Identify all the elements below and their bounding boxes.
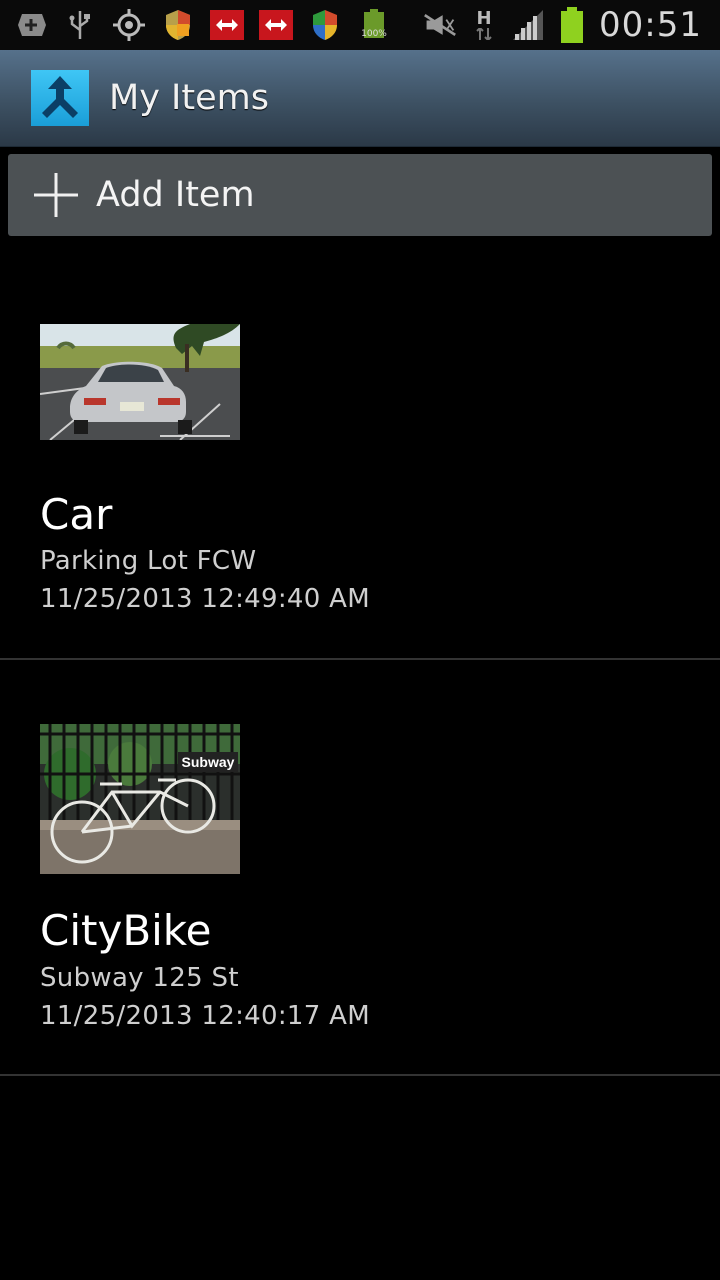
- status-bar: 100% H 00:51: [0, 0, 720, 50]
- transit-icon: [259, 8, 293, 42]
- car-thumbnail: [40, 324, 240, 440]
- subway-sign-text: Subway: [182, 754, 235, 770]
- list-item[interactable]: Subway CityBike Subway 125 St 11/25/2013…: [0, 660, 720, 1076]
- battery-icon: [559, 7, 585, 43]
- item-location: Subway 125 St: [40, 963, 239, 993]
- item-timestamp: 11/25/2013 12:49:40 AM: [40, 584, 370, 614]
- battery-small-icon: 100%: [357, 8, 391, 42]
- transit-icon: [210, 8, 244, 42]
- item-timestamp: 11/25/2013 12:40:17 AM: [40, 1001, 370, 1031]
- network-h-icon: H: [471, 8, 497, 42]
- page-title: My Items: [109, 78, 269, 118]
- merge-arrow-icon[interactable]: [31, 70, 89, 126]
- item-location: Parking Lot FCW: [40, 546, 257, 576]
- plus-icon: [32, 171, 80, 219]
- battery-percent-label: 100%: [361, 29, 387, 39]
- usb-icon: [63, 8, 97, 42]
- network-type-label: H: [476, 8, 492, 29]
- add-item-label: Add Item: [96, 175, 255, 215]
- bike-thumbnail: Subway: [40, 724, 240, 874]
- shield-warning-icon: [161, 8, 195, 42]
- action-bar: My Items: [0, 50, 720, 147]
- signal-icon: [511, 8, 545, 42]
- add-item-button[interactable]: Add Item: [8, 154, 712, 236]
- gps-icon: [112, 8, 146, 42]
- list-item[interactable]: Car Parking Lot FCW 11/25/2013 12:49:40 …: [0, 236, 720, 660]
- status-time: 00:51: [599, 5, 702, 45]
- item-title: CityBike: [40, 906, 212, 955]
- add-notify-icon: [14, 8, 48, 42]
- shield-icon: [308, 8, 342, 42]
- mute-icon: [423, 8, 457, 42]
- item-title: Car: [40, 490, 113, 539]
